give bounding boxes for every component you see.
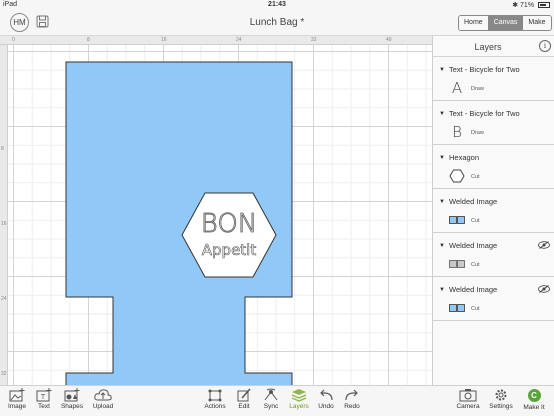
- undo-icon: [320, 389, 333, 401]
- layer-operation[interactable]: Cut: [471, 218, 480, 224]
- shapes-button[interactable]: Shapes: [57, 388, 87, 410]
- layers-header: Layers i: [433, 36, 554, 57]
- layers-panel: Layers i ▼ Text - Bicycle for Two A Draw…: [432, 36, 554, 385]
- layer-item[interactable]: ▼ Welded Image Cut: [433, 189, 554, 233]
- layer-name: Welded Image: [449, 197, 498, 206]
- ruler-label: 16: [161, 37, 167, 43]
- text-button[interactable]: T Text: [29, 388, 59, 410]
- top-toolbar: HM Lunch Bag * Home Canvas Make: [0, 10, 554, 36]
- hexagon-icon: [449, 168, 465, 184]
- canvas-text-appetit[interactable]: Appetit: [201, 241, 257, 260]
- battery-icon: [538, 2, 550, 8]
- bottom-toolbar: Image T Text Shapes Upload Actions Edit …: [0, 385, 554, 416]
- ruler-label: 32: [311, 37, 317, 43]
- settings-icon: [495, 389, 507, 401]
- ruler-left: 8 16 24 32: [0, 45, 8, 385]
- layer-name: Text - Bicycle for Two: [449, 109, 520, 118]
- ruler-label: 8: [87, 37, 90, 43]
- settings-button[interactable]: Settings: [486, 388, 516, 410]
- letter-a-icon: A: [451, 79, 463, 97]
- ruler-label: 16: [1, 221, 7, 227]
- eye-hidden-icon[interactable]: [538, 285, 550, 293]
- welded-image-icon: [449, 212, 465, 228]
- layer-item[interactable]: ▼ Hexagon Cut: [433, 145, 554, 189]
- design-canvas[interactable]: BON Appetit: [8, 45, 432, 385]
- ruler-label: 32: [1, 371, 7, 377]
- edit-icon: [237, 388, 251, 402]
- actions-button[interactable]: Actions: [200, 388, 230, 410]
- battery-status: ✱ 71%: [512, 1, 550, 9]
- redo-icon: [345, 389, 358, 401]
- info-icon[interactable]: i: [539, 40, 551, 52]
- expand-arrow-icon[interactable]: ▼: [439, 243, 445, 249]
- layers-button[interactable]: Layers: [284, 388, 314, 410]
- ruler-top: 0 8 16 24 32 40: [0, 36, 432, 45]
- layer-name: Welded Image: [449, 241, 498, 250]
- clock: 21:43: [268, 1, 286, 8]
- svg-text:T: T: [41, 394, 46, 401]
- battery-percent: 71%: [520, 2, 535, 9]
- image-button[interactable]: Image: [2, 388, 32, 410]
- welded-image-icon: [449, 256, 465, 272]
- shapes-icon: [64, 388, 80, 402]
- tab-home[interactable]: Home: [459, 16, 489, 30]
- expand-arrow-icon[interactable]: ▼: [439, 287, 445, 293]
- canvas-artwork: BON Appetit: [65, 61, 293, 385]
- text-icon: T: [36, 388, 52, 402]
- bluetooth-icon: ✱: [512, 2, 519, 9]
- sync-button[interactable]: Sync: [256, 388, 286, 410]
- image-icon: [9, 388, 25, 402]
- upload-button[interactable]: Upload: [88, 388, 118, 410]
- redo-button[interactable]: Redo: [337, 388, 367, 410]
- layer-operation[interactable]: Draw: [471, 130, 484, 136]
- make-it-icon: C: [527, 389, 541, 402]
- sync-icon: [264, 388, 278, 401]
- ruler-label: 8: [1, 146, 4, 152]
- expand-arrow-icon[interactable]: ▼: [439, 67, 445, 73]
- layer-item[interactable]: ▼ Welded Image Cut: [433, 233, 554, 277]
- camera-icon: [459, 389, 477, 402]
- layer-name: Welded Image: [449, 285, 498, 294]
- make-it-button[interactable]: C Make It: [519, 388, 549, 411]
- layer-item[interactable]: ▼ Text - Bicycle for Two B Draw: [433, 101, 554, 145]
- eye-hidden-icon[interactable]: [538, 241, 550, 249]
- ruler-label: 0: [12, 37, 15, 43]
- layer-item[interactable]: ▼ Welded Image Cut: [433, 277, 554, 321]
- layer-operation[interactable]: Draw: [471, 86, 484, 92]
- expand-arrow-icon[interactable]: ▼: [439, 199, 445, 205]
- mode-switch: Home Canvas Make: [458, 15, 552, 31]
- welded-image-icon: [449, 300, 465, 316]
- edit-button[interactable]: Edit: [229, 388, 259, 410]
- layers-title: Layers: [474, 42, 502, 52]
- layer-operation[interactable]: Cut: [471, 262, 480, 268]
- layer-item[interactable]: ▼ Text - Bicycle for Two A Draw: [433, 57, 554, 101]
- actions-icon: [208, 389, 222, 402]
- status-bar: iPad 21:43 ✱ 71%: [0, 0, 554, 10]
- expand-arrow-icon[interactable]: ▼: [439, 155, 445, 161]
- upload-icon: [94, 389, 112, 401]
- ruler-label: 24: [1, 296, 7, 302]
- tab-canvas[interactable]: Canvas: [488, 16, 524, 30]
- letter-b-icon: B: [452, 123, 462, 141]
- layer-name: Text - Bicycle for Two: [449, 65, 520, 74]
- layer-operation[interactable]: Cut: [471, 174, 480, 180]
- ruler-label: 40: [386, 37, 392, 43]
- camera-button[interactable]: Camera: [453, 388, 483, 410]
- expand-arrow-icon[interactable]: ▼: [439, 111, 445, 117]
- layer-name: Hexagon: [449, 153, 480, 162]
- layer-operation[interactable]: Cut: [471, 306, 480, 312]
- tab-make[interactable]: Make: [523, 16, 551, 30]
- layers-icon: [291, 389, 307, 402]
- ruler-label: 24: [236, 37, 242, 43]
- canvas-text-bon[interactable]: BON: [200, 209, 257, 240]
